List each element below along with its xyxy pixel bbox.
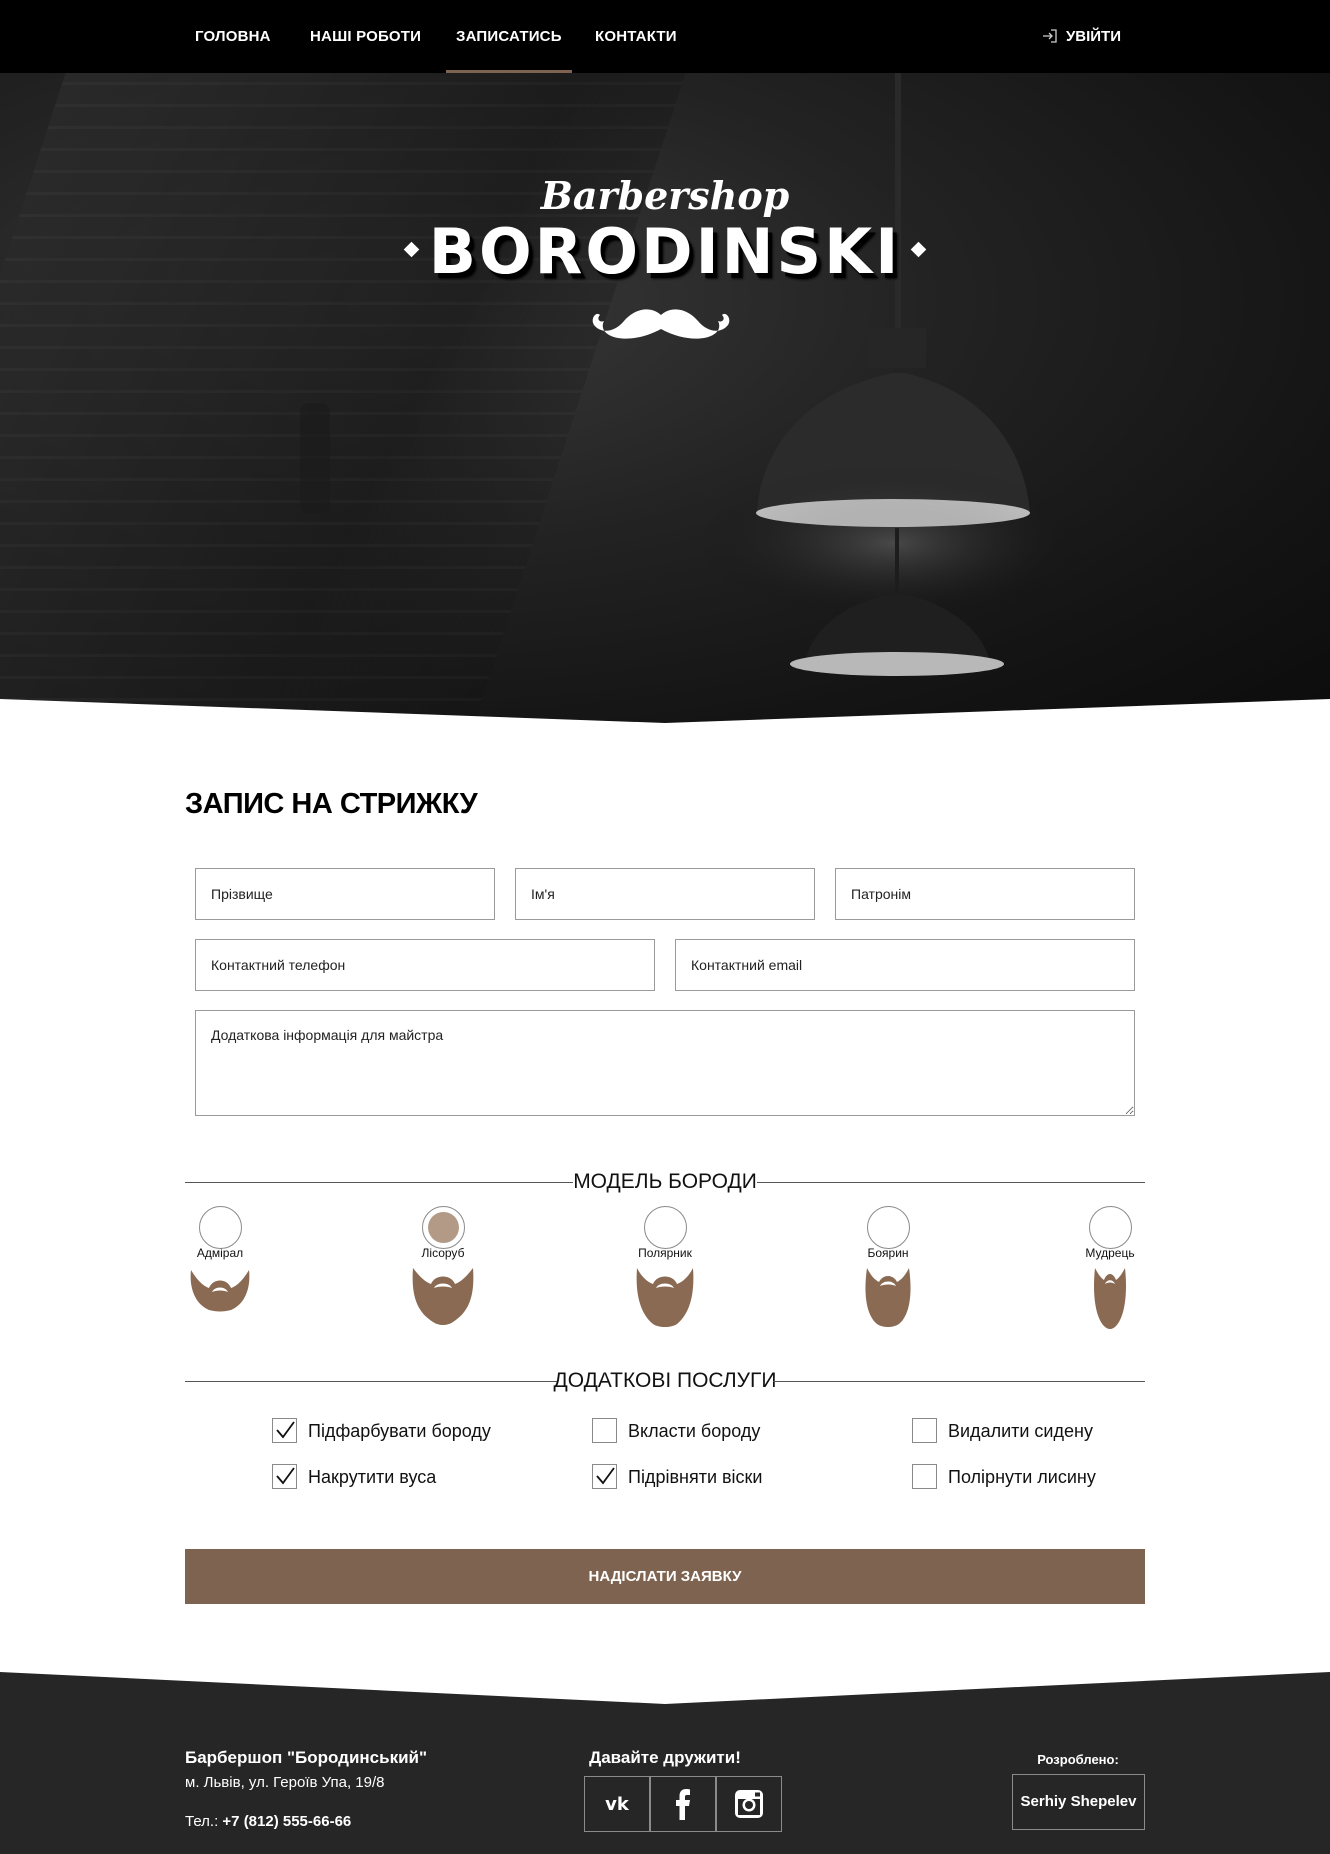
hero-bottom-cut	[0, 699, 1330, 723]
facebook-icon	[676, 1789, 690, 1820]
brand-main-text: BORODINSKI	[428, 215, 902, 288]
service-label: Підфарбувати бороду	[308, 1421, 491, 1441]
beard-option-lumberjack[interactable]: Лісоруб	[383, 1206, 503, 1326]
service-checkbox[interactable]	[272, 1418, 297, 1443]
notes-textarea[interactable]	[195, 1010, 1135, 1116]
brand-main-title: BORODINSKI	[0, 215, 1330, 288]
beard-sage-icon	[1094, 1268, 1126, 1329]
nav-item-home[interactable]: ГОЛОВНА	[195, 0, 271, 73]
service-label: Полірнути лисину	[948, 1467, 1096, 1487]
beard-option-boyar[interactable]: Боярин	[828, 1206, 948, 1328]
login-icon	[1042, 28, 1057, 43]
diamond-left-icon	[403, 242, 419, 258]
beard-radio-boyar[interactable]	[866, 1206, 910, 1249]
footer-phone-prefix: Тел.:	[185, 1813, 223, 1830]
developer-link[interactable]: Serhiy Shepelev	[1012, 1774, 1145, 1830]
footer-dev-title: Розроблено:	[1037, 1752, 1119, 1767]
footer-phone: Тел.: +7 (812) 555-66-66	[185, 1813, 351, 1830]
beard-radio-polar[interactable]	[643, 1206, 687, 1249]
nav-item-contacts[interactable]: КОНТАКТИ	[595, 0, 677, 73]
footer-phone-number[interactable]: +7 (812) 555-66-66	[222, 1813, 351, 1830]
service-label: Видалити сидену	[948, 1421, 1093, 1441]
nav-item-our-works[interactable]: НАШІ РОБОТИ	[310, 0, 421, 73]
surname-field[interactable]	[195, 868, 495, 920]
divider-line-right	[773, 1381, 1145, 1382]
beard-lumberjack-icon	[412, 1268, 474, 1325]
vk-icon: vk	[605, 1794, 630, 1814]
service-checkbox[interactable]	[592, 1418, 617, 1443]
submit-button[interactable]: НАДІСЛАТИ ЗАЯВКУ	[185, 1549, 1145, 1604]
service-label: Підрівняти віски	[628, 1467, 763, 1487]
pendant-lamp-image	[300, 73, 1093, 676]
facebook-link[interactable]	[650, 1776, 716, 1832]
beard-option-polar[interactable]: Полярник	[605, 1206, 725, 1328]
patronymic-field[interactable]	[835, 868, 1135, 920]
instagram-icon	[735, 1790, 763, 1818]
beard-radio-lumberjack[interactable]	[421, 1206, 465, 1249]
form-title: ЗАПИС НА СТРИЖКУ	[185, 788, 478, 820]
nav-item-booking[interactable]: ЗАПИСАТИСЬ	[446, 0, 572, 73]
top-navigation: ГОЛОВНА НАШІ РОБОТИ ЗАПИСАТИСЬ КОНТАКТИ …	[0, 0, 1330, 73]
phone-field[interactable]	[195, 939, 655, 991]
mustache-icon	[592, 309, 730, 339]
footer-address: м. Львів, ул. Героїв Упа, 19/8	[185, 1774, 385, 1791]
footer: Барбершоп "Бородинський" м. Львів, ул. Г…	[0, 1672, 1330, 1854]
name-field[interactable]	[515, 868, 815, 920]
checkmark-icon	[276, 1467, 295, 1485]
login-button[interactable]: УВІЙТИ	[1042, 0, 1121, 73]
checkmark-icon	[596, 1467, 615, 1485]
vk-link[interactable]: vk	[584, 1776, 650, 1832]
login-label: УВІЙТИ	[1065, 28, 1121, 45]
hero-banner: Barbershop BORODINSKI	[0, 73, 1330, 723]
beard-boyar-icon	[865, 1268, 911, 1327]
services-section-divider: ДОДАТКОВІ ПОСЛУГИ	[185, 1366, 1145, 1396]
svg-text:vk: vk	[605, 1794, 630, 1814]
service-checkbox[interactable]	[592, 1464, 617, 1489]
beard-admiral-icon	[190, 1270, 250, 1312]
divider-line-right	[757, 1182, 1145, 1183]
beard-radio-sage[interactable]	[1088, 1206, 1132, 1249]
beard-option-admiral[interactable]: Адмірал	[160, 1206, 280, 1314]
service-checkbox[interactable]	[912, 1418, 937, 1443]
beard-section-divider: МОДЕЛЬ БОРОДИ	[185, 1167, 1145, 1197]
beard-option-sage[interactable]: Мудрець	[1050, 1206, 1170, 1330]
checkmark-icon	[276, 1421, 295, 1439]
service-checkbox[interactable]	[272, 1464, 297, 1489]
diamond-right-icon	[911, 242, 927, 258]
email-field[interactable]	[675, 939, 1135, 991]
brand-script-title: Barbershop	[540, 173, 790, 218]
service-checkbox[interactable]	[912, 1464, 937, 1489]
instagram-link[interactable]	[716, 1776, 782, 1832]
beard-polar-icon	[636, 1268, 694, 1327]
service-label: Вкласти бороду	[628, 1421, 761, 1441]
beard-radio-admiral[interactable]	[198, 1206, 242, 1249]
service-label: Накрутити вуса	[308, 1467, 437, 1487]
